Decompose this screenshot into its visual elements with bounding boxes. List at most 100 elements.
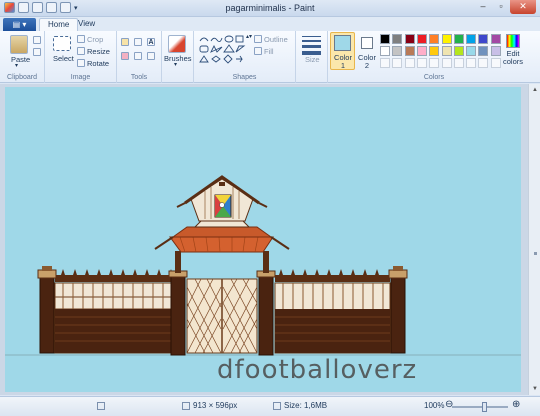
palette-swatch[interactable] bbox=[453, 34, 464, 44]
fill-button[interactable]: Fill bbox=[264, 47, 274, 56]
palette-swatch[interactable] bbox=[466, 46, 477, 56]
scroll-down-icon[interactable]: ▼ bbox=[530, 384, 540, 394]
palette-swatch[interactable] bbox=[453, 46, 464, 56]
color2-swatch[interactable] bbox=[361, 37, 373, 49]
maximize-button[interactable]: ▫ bbox=[492, 0, 510, 14]
left-fence bbox=[54, 269, 176, 354]
palette-swatch[interactable] bbox=[429, 46, 440, 56]
color-picker-icon[interactable] bbox=[134, 52, 142, 60]
ribbon-tabs: ▤ ▾ Home View bbox=[0, 17, 540, 31]
palette-swatch[interactable] bbox=[416, 46, 427, 56]
outline-button[interactable]: Outline bbox=[264, 35, 288, 44]
colors-group: Color 1 Color 2 Edit colors Colors bbox=[328, 31, 540, 83]
zoom-slider-thumb[interactable] bbox=[482, 402, 487, 412]
color1-swatch[interactable] bbox=[334, 35, 351, 51]
image-group: Select Crop Resize Rotate Image bbox=[45, 31, 117, 83]
right-pillar bbox=[388, 266, 408, 354]
palette-swatch[interactable] bbox=[416, 34, 427, 44]
status-bar: 913 × 596px Size: 1,6MB 100% ⊖ ⊕ bbox=[0, 396, 540, 416]
crop-button[interactable]: Crop bbox=[87, 35, 103, 44]
select-button[interactable]: Select bbox=[53, 54, 74, 63]
palette-swatch[interactable] bbox=[441, 34, 452, 44]
shapes-scroll-icon[interactable]: ▴▾ bbox=[246, 33, 252, 40]
gate-roof bbox=[154, 220, 290, 253]
eraser-icon[interactable] bbox=[121, 52, 129, 60]
zoom-level: 100% bbox=[424, 401, 445, 410]
colors-group-label: Colors bbox=[423, 74, 445, 81]
custom-color-slot[interactable] bbox=[380, 58, 390, 68]
left-pillar bbox=[37, 266, 57, 354]
crop-icon[interactable] bbox=[77, 35, 85, 43]
copy-icon[interactable] bbox=[33, 48, 41, 56]
resize-button[interactable]: Resize bbox=[87, 47, 110, 56]
file-size: Size: 1,6MB bbox=[284, 401, 328, 410]
paste-dropdown-icon[interactable]: ▾ bbox=[15, 62, 18, 69]
custom-color-slot[interactable] bbox=[466, 58, 477, 68]
custom-color-slot[interactable] bbox=[441, 58, 452, 68]
scroll-up-icon[interactable]: ▲ bbox=[530, 85, 540, 95]
palette-swatch[interactable] bbox=[380, 46, 390, 56]
rotate-icon[interactable] bbox=[77, 59, 85, 67]
watermark-text: dfootballoverz bbox=[217, 355, 418, 385]
vertical-scrollbar[interactable]: ▲ ▼ bbox=[528, 84, 540, 395]
image-dimensions: 913 × 596px bbox=[193, 401, 238, 410]
paste-button[interactable]: Paste bbox=[11, 55, 30, 64]
custom-color-slot[interactable] bbox=[416, 58, 427, 68]
tab-view[interactable]: View bbox=[70, 18, 103, 31]
shapes-gallery[interactable] bbox=[198, 34, 246, 66]
palette-swatch[interactable] bbox=[429, 34, 440, 44]
palette-swatch[interactable] bbox=[404, 34, 415, 44]
close-button[interactable]: ✕ bbox=[510, 0, 536, 14]
size-group: Size bbox=[296, 31, 328, 83]
brushes-dropdown-icon[interactable]: ▾ bbox=[174, 61, 177, 68]
palette-swatch[interactable] bbox=[441, 46, 452, 56]
text-tool-icon[interactable]: A bbox=[147, 38, 155, 46]
color2-button[interactable]: Color 2 bbox=[357, 54, 377, 70]
fill-icon[interactable] bbox=[254, 47, 262, 55]
custom-color-slot[interactable] bbox=[429, 58, 440, 68]
paint-menu-button[interactable]: ▤ ▾ bbox=[3, 18, 36, 31]
file-size-icon bbox=[273, 402, 281, 410]
custom-color-slot[interactable] bbox=[392, 58, 403, 68]
palette-swatch[interactable] bbox=[380, 34, 390, 44]
canvas-resize-handle[interactable] bbox=[534, 252, 537, 255]
palette-swatch[interactable] bbox=[392, 46, 403, 56]
palette-swatch[interactable] bbox=[404, 46, 415, 56]
palette-swatch[interactable] bbox=[392, 34, 403, 44]
palette-swatch[interactable] bbox=[490, 34, 501, 44]
rotate-button[interactable]: Rotate bbox=[87, 59, 109, 68]
title-bar: ▾ pagarminimalis - Paint – ▫ ✕ bbox=[0, 0, 540, 17]
color1-button[interactable]: Color 1 bbox=[333, 54, 353, 70]
brushes-button[interactable]: Brushes bbox=[164, 54, 192, 63]
brush-icon[interactable] bbox=[168, 35, 186, 53]
image-group-label: Image bbox=[70, 74, 91, 81]
outline-icon[interactable] bbox=[254, 35, 262, 43]
line-width-icon[interactable] bbox=[302, 36, 321, 55]
zoom-slider[interactable] bbox=[452, 406, 508, 408]
zoom-in-button[interactable]: ⊕ bbox=[512, 399, 520, 410]
palette-swatch[interactable] bbox=[478, 46, 489, 56]
edit-colors-icon[interactable] bbox=[506, 34, 520, 48]
size-button[interactable]: Size bbox=[305, 55, 320, 64]
minimize-button[interactable]: – bbox=[474, 0, 492, 14]
palette-swatch[interactable] bbox=[466, 34, 477, 44]
custom-color-slot[interactable] bbox=[404, 58, 415, 68]
select-icon[interactable] bbox=[53, 36, 71, 51]
fill-bucket-icon[interactable] bbox=[134, 38, 142, 46]
tools-group-label: Tools bbox=[130, 74, 148, 81]
selection-size-icon bbox=[182, 402, 190, 410]
cut-icon[interactable] bbox=[33, 36, 41, 44]
zoom-out-button[interactable]: ⊖ bbox=[445, 399, 453, 410]
palette-swatch[interactable] bbox=[478, 34, 489, 44]
paste-icon[interactable] bbox=[10, 35, 28, 54]
clipboard-group: Paste ▾ Clipboard bbox=[0, 31, 45, 83]
drawing-canvas[interactable]: dfootballoverz bbox=[5, 87, 521, 392]
edit-colors-button[interactable]: Edit colors bbox=[500, 50, 526, 66]
magnifier-icon[interactable] bbox=[147, 52, 155, 60]
resize-icon[interactable] bbox=[77, 47, 85, 55]
pencil-icon[interactable] bbox=[121, 38, 129, 46]
shapes-group-label: Shapes bbox=[232, 74, 257, 81]
clipboard-group-label: Clipboard bbox=[7, 74, 37, 81]
custom-color-slot[interactable] bbox=[453, 58, 464, 68]
custom-color-slot[interactable] bbox=[478, 58, 489, 68]
